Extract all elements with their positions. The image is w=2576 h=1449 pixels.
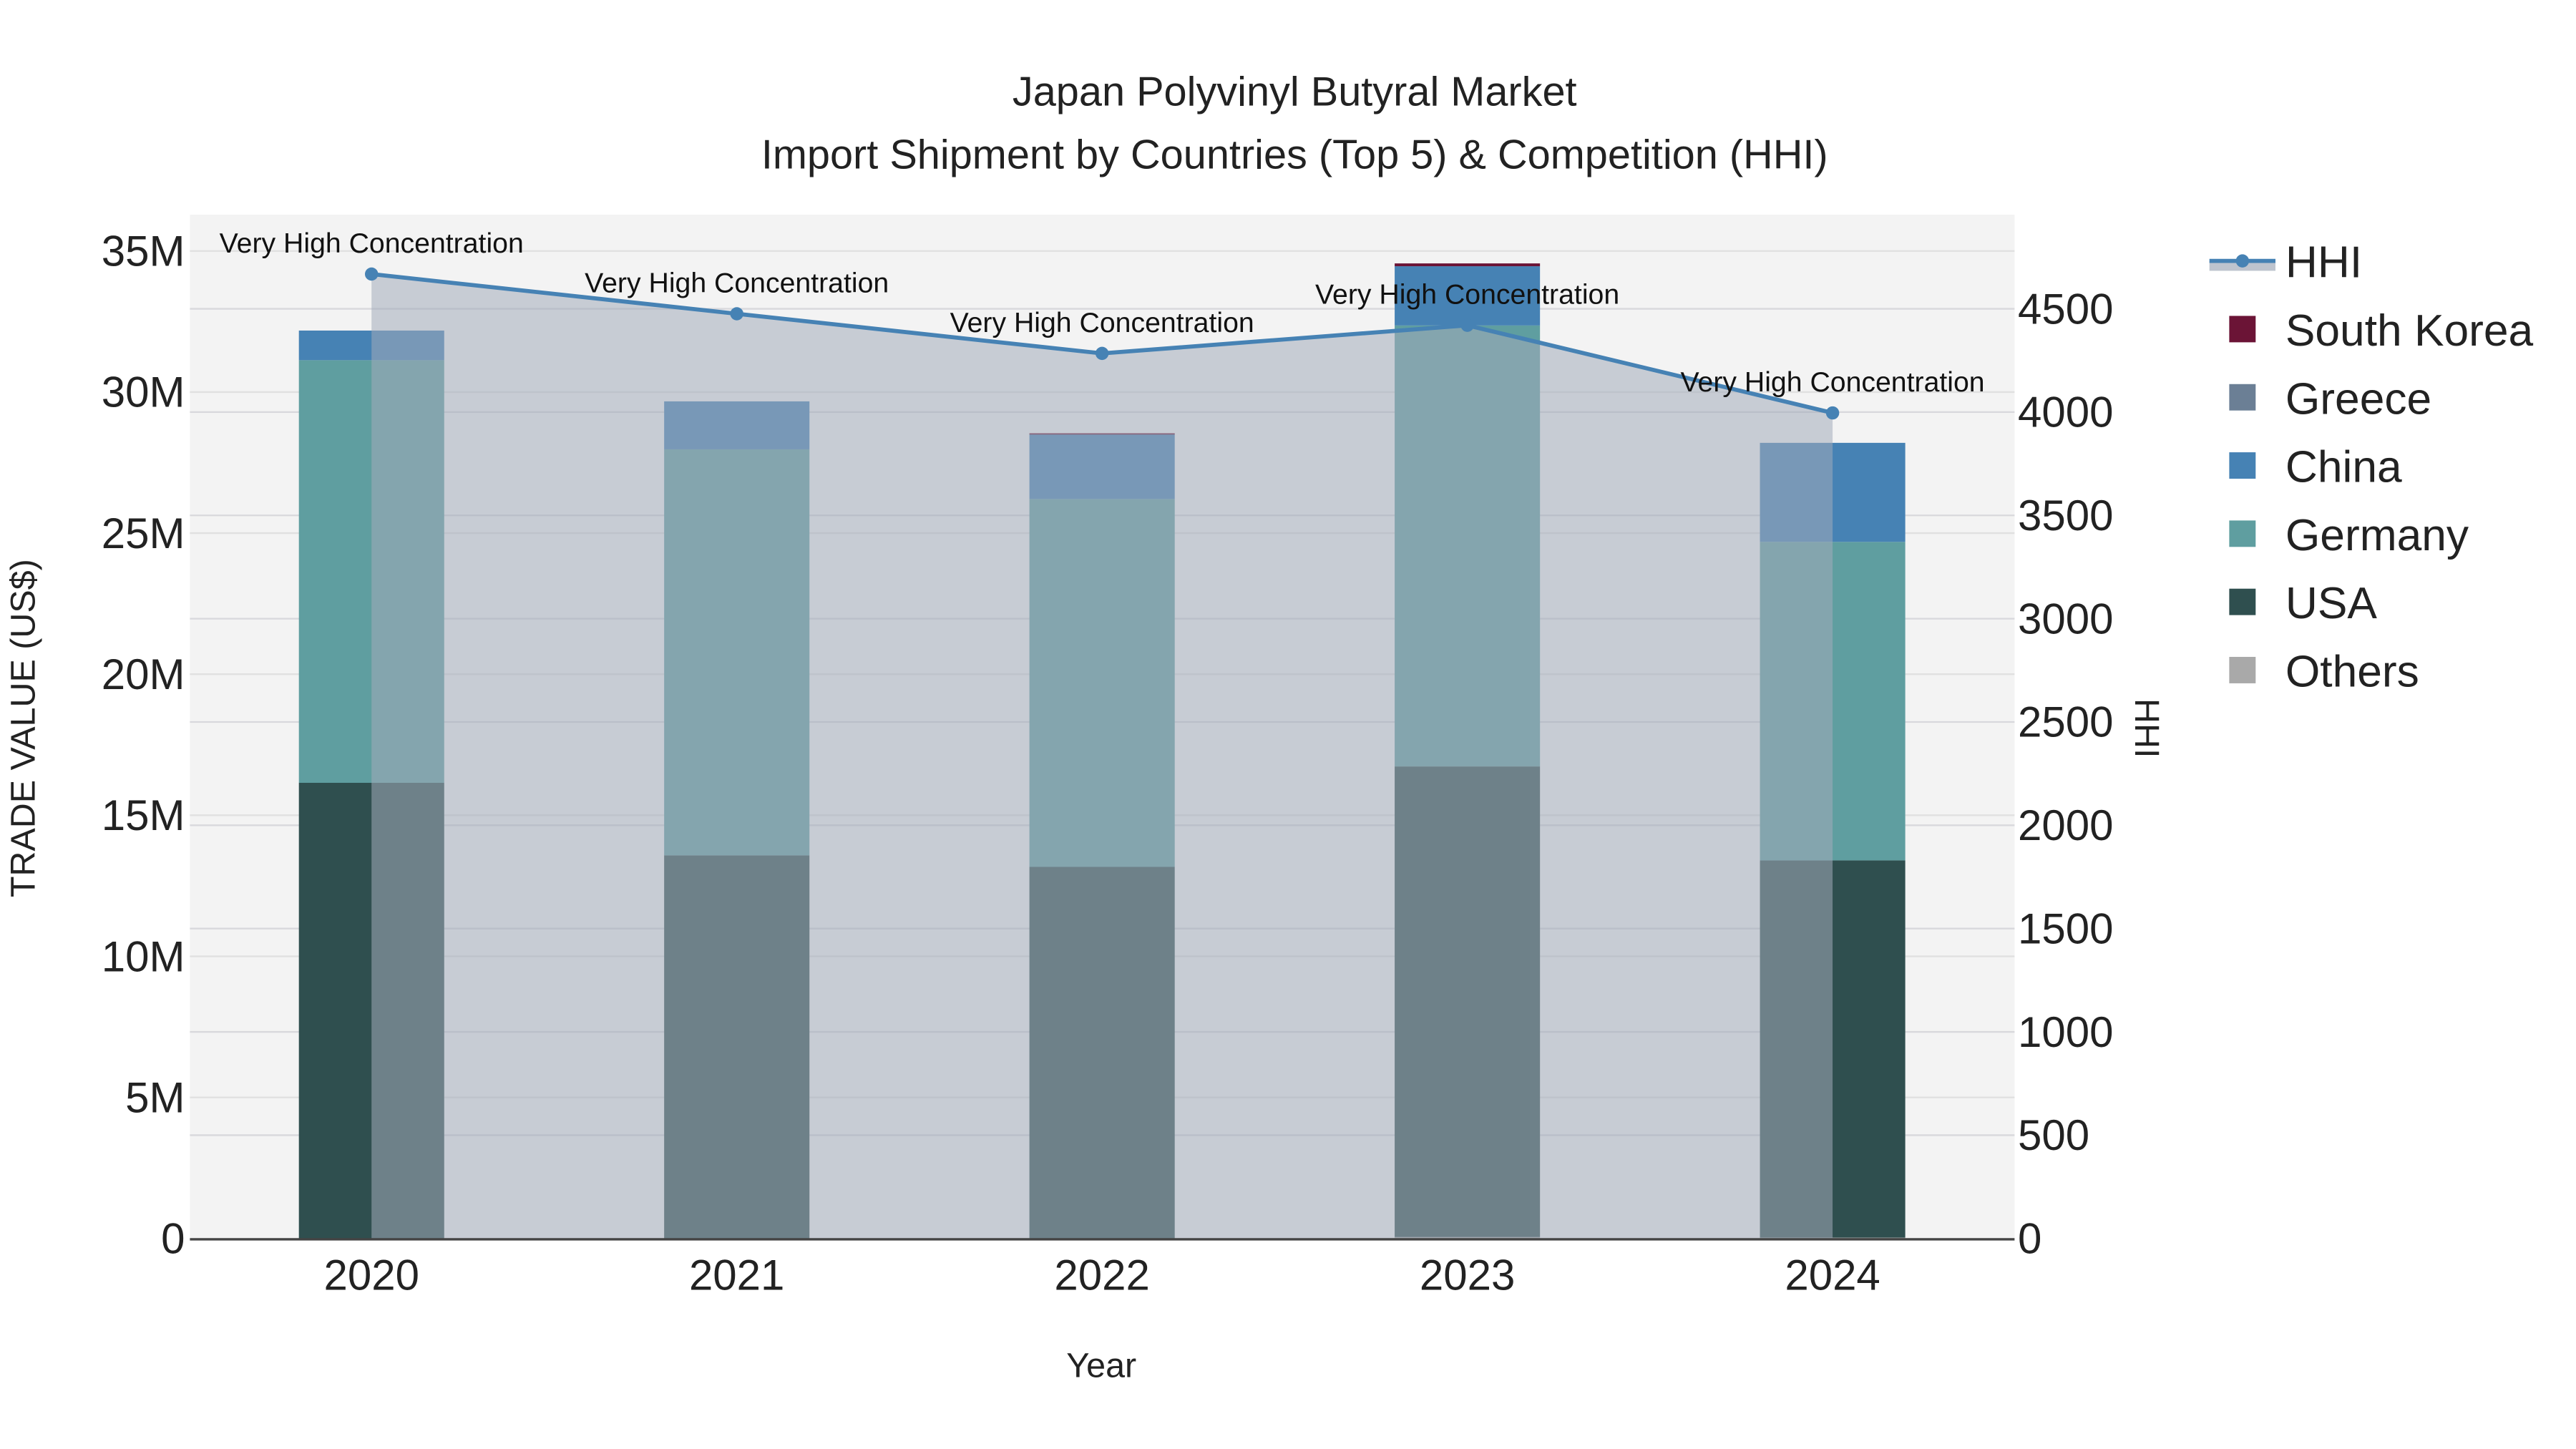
y-tick-label: 15M — [102, 791, 185, 839]
legend-swatch-others — [2229, 657, 2256, 683]
hhi-annotation: Very High Concentration — [1315, 279, 1619, 311]
x-tick-label: 2022 — [1054, 1251, 1149, 1299]
legend-label: Others — [2285, 648, 2419, 697]
y-tick-label: 30M — [102, 369, 185, 416]
y-tick-label: 25M — [102, 509, 185, 557]
y2-tick-label: 1500 — [2018, 904, 2113, 952]
y2-tick-label: 0 — [2018, 1215, 2041, 1263]
y-tick-label: 5M — [125, 1073, 185, 1121]
legend-swatch-germany — [2229, 520, 2256, 547]
legend-label: HHI — [2285, 238, 2362, 288]
y-tick-label: 10M — [102, 932, 185, 980]
legend-swatch-usa — [2229, 588, 2256, 615]
y2-tick-label: 2500 — [2018, 698, 2113, 746]
y-axis-title: TRADE VALUE (US$) — [4, 559, 42, 897]
legend-hhi-marker — [2235, 254, 2250, 268]
hhi-annotation: Very High Concentration — [220, 228, 524, 259]
hhi-point — [1095, 346, 1109, 361]
hhi-trade-chart: Japan Polyvinyl Butyral Market Import Sh… — [4, 69, 2534, 1385]
chart-title-line1: Japan Polyvinyl Butyral Market — [1013, 69, 1577, 115]
y2-tick-label: 1000 — [2018, 1008, 2113, 1056]
y2-tick-label: 4000 — [2018, 389, 2113, 436]
y2-tick-label: 500 — [2018, 1111, 2089, 1159]
y2-tick-label: 3500 — [2018, 492, 2113, 540]
y2-tick-label: 4500 — [2018, 285, 2113, 333]
chart-title-line2: Import Shipment by Countries (Top 5) & C… — [761, 132, 1828, 177]
y-tick-label: 0 — [161, 1215, 185, 1263]
legend-swatch-south-korea — [2229, 316, 2256, 343]
legend-label: China — [2285, 443, 2402, 492]
hhi-annotation: Very High Concentration — [585, 267, 889, 298]
x-tick-label: 2024 — [1785, 1251, 1880, 1299]
x-axis-title: Year — [1066, 1347, 1136, 1385]
legend-label: Germany — [2285, 511, 2469, 560]
legend-label: USA — [2285, 579, 2378, 628]
x-tick-label: 2021 — [689, 1251, 784, 1299]
y-tick-label: 35M — [102, 228, 185, 275]
bar-south-korea — [1395, 263, 1541, 267]
hhi-area — [371, 274, 1833, 1239]
y2-axis-title: HHI — [2127, 698, 2166, 758]
hhi-annotation: Very High Concentration — [950, 307, 1254, 338]
y-tick-label: 20M — [102, 650, 185, 698]
hhi-point — [730, 307, 743, 321]
y2-tick-label: 2000 — [2018, 801, 2113, 849]
x-tick-label: 2020 — [323, 1251, 419, 1299]
legend-label: Greece — [2285, 374, 2431, 424]
legend: HHI South Korea Greece China Germany USA Other… — [2209, 238, 2534, 697]
hhi-point — [1825, 406, 1840, 420]
y2-tick-label: 3000 — [2018, 595, 2113, 643]
x-tick-label: 2023 — [1420, 1251, 1515, 1299]
legend-label: South Korea — [2285, 306, 2534, 356]
hhi-point — [365, 267, 379, 281]
hhi-point — [1460, 318, 1474, 332]
legend-swatch-china — [2229, 452, 2256, 479]
hhi-annotation: Very High Concentration — [1681, 366, 1985, 398]
legend-swatch-greece — [2229, 384, 2256, 411]
